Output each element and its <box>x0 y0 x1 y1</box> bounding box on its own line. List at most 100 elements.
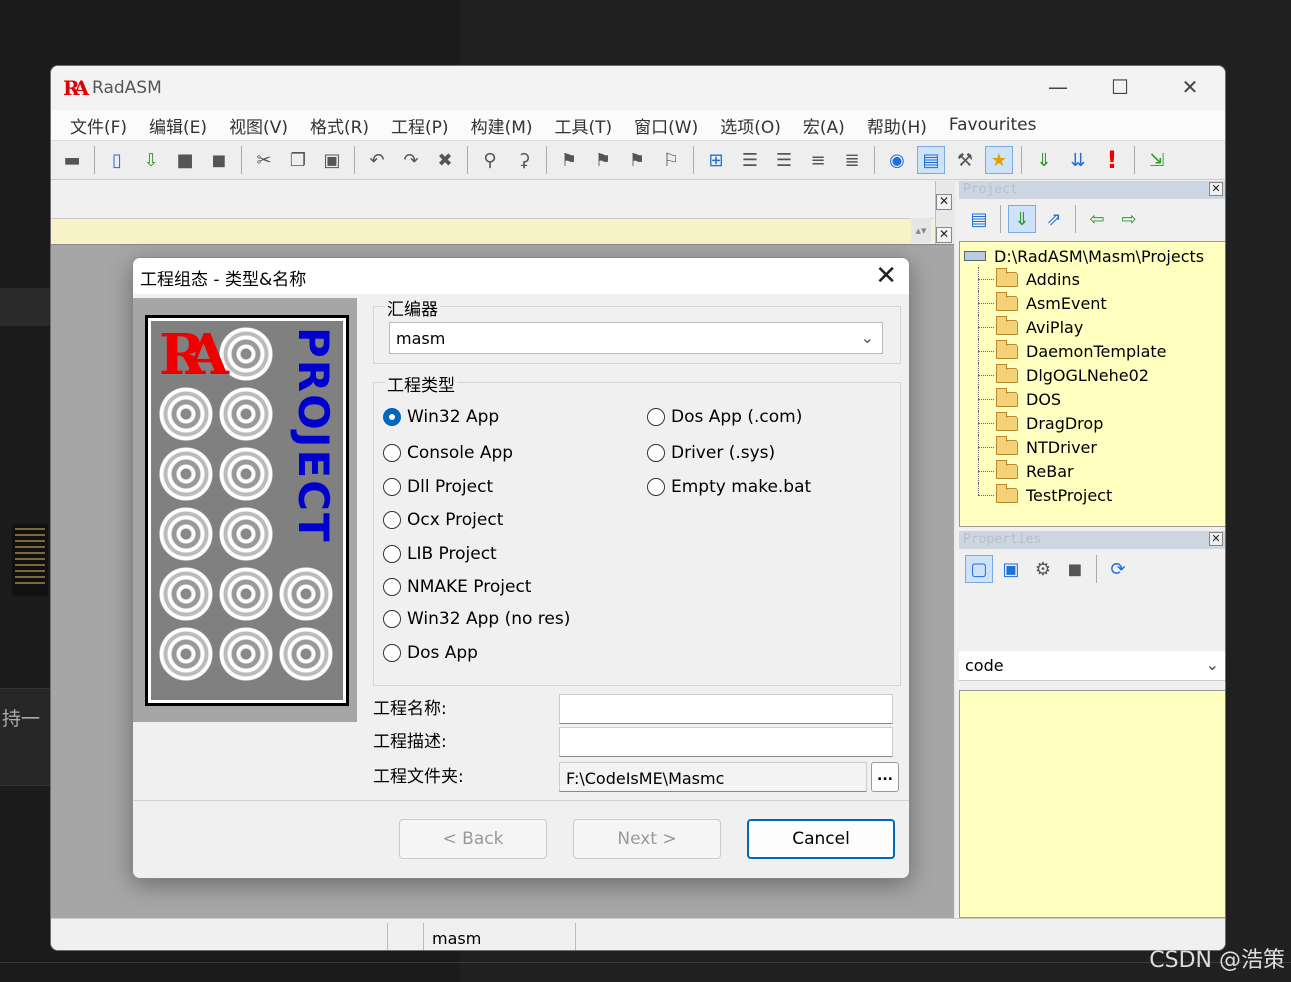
radio-ocx-project[interactable]: Ocx Project <box>383 510 503 530</box>
outdent-icon[interactable]: ☰ <box>770 146 798 174</box>
back-button[interactable]: < Back <box>399 819 547 859</box>
close-button[interactable]: ✕ <box>1167 72 1213 102</box>
properties-panel-header: Properties ✕ <box>959 531 1225 549</box>
radio-lib-project[interactable]: LIB Project <box>383 544 497 564</box>
clear-bookmarks-icon[interactable]: ⚐ <box>657 146 685 174</box>
radio-empty-make-bat[interactable]: Empty make.bat <box>647 477 811 497</box>
toolbar-separator <box>354 146 355 174</box>
properties-select[interactable]: code ⌄ <box>959 651 1225 681</box>
menu-file[interactable]: 文件(F) <box>59 113 138 138</box>
properties-list-icon[interactable]: ▣ <box>997 555 1025 583</box>
radio-dll-project[interactable]: Dll Project <box>383 477 493 497</box>
uncomment-icon[interactable]: ≣ <box>838 146 866 174</box>
new-file-icon[interactable]: ▯ <box>103 146 131 174</box>
next-button[interactable]: Next > <box>573 819 721 859</box>
add-file-icon[interactable]: ⇓ <box>1008 205 1036 233</box>
tree-item-label: NTDriver <box>1026 437 1097 457</box>
tree-item[interactable]: AsmEvent <box>964 291 1225 315</box>
radio-win32-app-no-res[interactable]: Win32 App (no res) <box>383 609 570 629</box>
maximize-button[interactable]: ☐ <box>1097 72 1143 102</box>
cancel-button[interactable]: Cancel <box>747 819 895 859</box>
menu-options[interactable]: 选项(O) <box>709 113 792 138</box>
radio-console-app[interactable]: Console App <box>383 443 513 463</box>
output-close-icon[interactable]: ✕ <box>936 194 952 210</box>
refresh-icon[interactable]: ⟳ <box>1104 555 1132 583</box>
menu-window[interactable]: 窗口(W) <box>623 113 709 138</box>
properties-gear-icon[interactable]: ⚙ <box>1029 555 1057 583</box>
assembler-select-value: masm <box>396 329 446 348</box>
menu-help[interactable]: 帮助(H) <box>856 113 938 138</box>
indent-icon[interactable]: ☰ <box>736 146 764 174</box>
output-icon[interactable]: ◉ <box>883 146 911 174</box>
output-scrollbar[interactable]: ▴▾ <box>911 218 931 243</box>
properties-icon[interactable]: ★ <box>985 146 1013 174</box>
tree-item[interactable]: DragDrop <box>964 411 1225 435</box>
project-view-icon[interactable]: ▤ <box>965 205 993 233</box>
dialog-title-bar: 工程组态 - 类型&名称 ✕ <box>133 258 909 294</box>
folder-icon <box>996 459 1018 479</box>
save-folder-icon[interactable]: ⇨ <box>1115 205 1143 233</box>
properties-box-icon[interactable]: ◼ <box>1061 555 1089 583</box>
save-icon[interactable]: ■ <box>171 146 199 174</box>
menu-favourites[interactable]: Favourites <box>938 115 1048 135</box>
export-icon[interactable]: ⇲ <box>1143 146 1171 174</box>
project-folder-input[interactable]: F:\CodeIsME\Masmc <box>559 762 867 792</box>
project-name-input[interactable] <box>559 694 893 724</box>
block-icon[interactable]: ⊞ <box>702 146 730 174</box>
menu-view[interactable]: 视图(V) <box>218 113 299 138</box>
next-bookmark-icon[interactable]: ⚑ <box>589 146 617 174</box>
menu-build[interactable]: 构建(M) <box>460 113 544 138</box>
radio-dos-app-com[interactable]: Dos App (.com) <box>647 407 802 427</box>
menu-edit[interactable]: 编辑(E) <box>138 113 218 138</box>
comment-icon[interactable]: ≡ <box>804 146 832 174</box>
open-file-icon[interactable]: ⇩ <box>137 146 165 174</box>
save-all-icon[interactable]: ◼ <box>205 146 233 174</box>
tree-item[interactable]: Addins <box>964 267 1225 291</box>
properties-panel-close-icon[interactable]: ✕ <box>1209 532 1223 546</box>
minimize-button[interactable]: — <box>1035 72 1081 102</box>
tools-icon[interactable]: ⚒ <box>951 146 979 174</box>
delete-icon[interactable]: ✖ <box>431 146 459 174</box>
prev-bookmark-icon[interactable]: ⚑ <box>623 146 651 174</box>
find-icon[interactable]: ⚲ <box>476 146 504 174</box>
radio-driver-sys[interactable]: Driver (.sys) <box>647 443 775 463</box>
cut-icon[interactable]: ✂ <box>250 146 278 174</box>
print-icon[interactable]: ▬ <box>58 146 86 174</box>
swirl-icon <box>219 507 273 561</box>
redo-icon[interactable]: ↷ <box>397 146 425 174</box>
run-icon[interactable]: ! <box>1098 146 1126 174</box>
browse-folder-button[interactable]: ... <box>871 762 899 792</box>
build-icon[interactable]: ⇊ <box>1064 146 1092 174</box>
properties-view-icon[interactable]: ▢ <box>965 555 993 583</box>
radio-nmake-project[interactable]: NMAKE Project <box>383 577 531 597</box>
radio-dos-app[interactable]: Dos App <box>383 643 478 663</box>
radio-win32-app[interactable]: Win32 App <box>383 407 499 427</box>
undo-icon[interactable]: ↶ <box>363 146 391 174</box>
paste-icon[interactable]: ▣ <box>318 146 346 174</box>
copy-icon[interactable]: ❐ <box>284 146 312 174</box>
menu-macro[interactable]: 宏(A) <box>792 113 856 138</box>
bookmark-icon[interactable]: ⚑ <box>555 146 583 174</box>
open-folder-icon[interactable]: ⇦ <box>1083 205 1111 233</box>
tree-item[interactable]: AviPlay <box>964 315 1225 339</box>
assembler-select[interactable]: masm ⌄ <box>389 322 883 354</box>
project-description-input[interactable] <box>559 727 893 757</box>
menu-tools[interactable]: 工具(T) <box>544 113 624 138</box>
project-panel-close-icon[interactable]: ✕ <box>1209 182 1223 196</box>
tree-item[interactable]: TestProject <box>964 483 1225 507</box>
menu-format[interactable]: 格式(R) <box>299 113 380 138</box>
output-line-close-icon[interactable]: ✕ <box>936 227 952 243</box>
tree-root[interactable]: D:\RadASM\Masm\Projects <box>964 245 1225 267</box>
assemble-icon[interactable]: ⇓ <box>1030 146 1058 174</box>
tree-item[interactable]: NTDriver <box>964 435 1225 459</box>
folder-icon <box>996 411 1018 431</box>
tree-item[interactable]: ReBar <box>964 459 1225 483</box>
tree-item[interactable]: DlgOGLNehe02 <box>964 363 1225 387</box>
menu-project[interactable]: 工程(P) <box>380 113 460 138</box>
tree-item[interactable]: DaemonTemplate <box>964 339 1225 363</box>
replace-icon[interactable]: ⚳ <box>510 146 538 174</box>
project-icon[interactable]: ▤ <box>917 146 945 174</box>
tree-item[interactable]: DOS <box>964 387 1225 411</box>
add-existing-icon[interactable]: ⇗ <box>1040 205 1068 233</box>
dialog-close-icon[interactable]: ✕ <box>875 261 897 291</box>
